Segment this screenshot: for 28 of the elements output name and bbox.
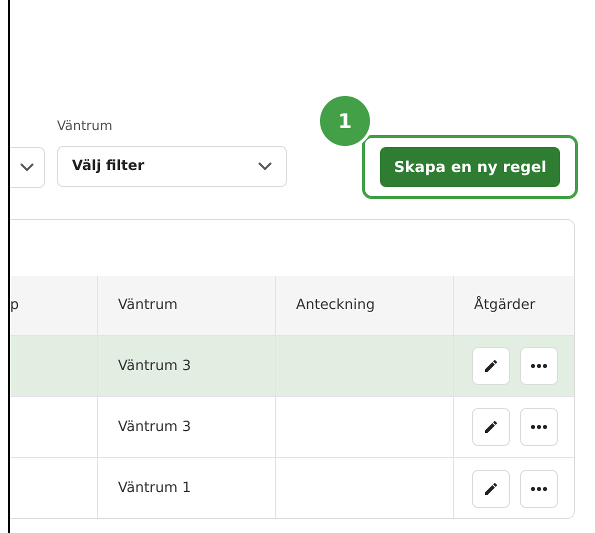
edit-button[interactable] (472, 347, 510, 385)
chevron-down-icon (20, 163, 34, 172)
table-cell-text: Väntrum 1 (118, 479, 192, 498)
column-header: Åtgärder (474, 295, 536, 315)
table-cell-text: Väntrum 3 (118, 418, 192, 436)
table-row[interactable]: Väntrum 3 (10, 336, 574, 397)
more-icon (531, 364, 547, 368)
more-icon (531, 425, 547, 429)
edit-button[interactable] (472, 408, 510, 446)
chevron-down-icon (258, 162, 272, 171)
column-header: p (10, 296, 19, 315)
step-badge: 1 (317, 93, 373, 149)
filter-select[interactable]: Välj filter (57, 146, 287, 187)
table-row[interactable]: Väntrum 3 (10, 397, 574, 458)
create-rule-button[interactable]: Skapa en ny regel (380, 147, 560, 187)
filter-select[interactable] (10, 147, 45, 188)
more-button[interactable] (520, 470, 558, 508)
edit-button[interactable] (472, 470, 510, 508)
pencil-icon (483, 358, 499, 374)
filter-label: Väntrum (57, 118, 114, 136)
more-icon (531, 486, 547, 490)
column-header: Väntrum (118, 296, 178, 315)
pencil-icon (483, 419, 499, 435)
more-button[interactable] (520, 408, 558, 446)
pencil-icon (483, 480, 499, 496)
more-button[interactable] (520, 347, 558, 385)
column-header: Anteckning (296, 296, 375, 315)
table-cell-text: Väntrum 3 (118, 356, 192, 376)
